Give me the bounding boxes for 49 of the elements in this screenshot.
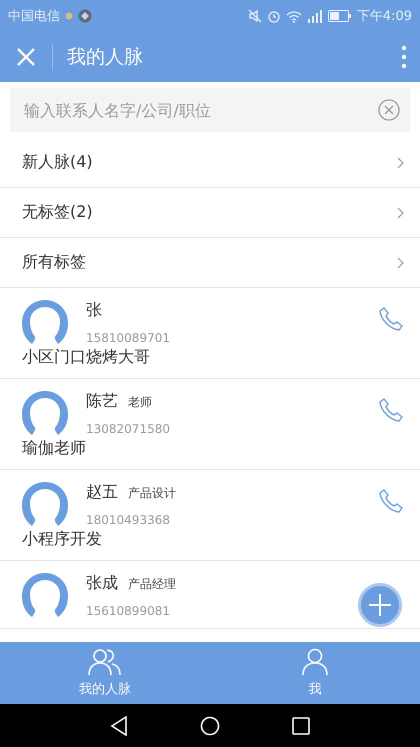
menu-item[interactable]: 所有标签 <box>22 252 86 273</box>
back-button[interactable] <box>110 716 128 736</box>
contact-note: 小程序开发 <box>22 529 103 550</box>
recents-button[interactable] <box>292 716 310 734</box>
phone-icon[interactable] <box>378 488 404 514</box>
phone-number: 13082071580 <box>86 422 171 436</box>
more-button[interactable] <box>400 45 408 69</box>
carrier-name: 中国电信 <box>8 8 60 25</box>
add-button[interactable] <box>358 583 402 627</box>
home-button[interactable] <box>200 716 220 736</box>
phone-number: 15610899081 <box>86 604 171 618</box>
chevron-icon <box>397 156 404 168</box>
chevron-icon <box>397 256 404 268</box>
avatar-icon <box>22 482 68 526</box>
search-bar[interactable]: 输入联系人名字/公司/职位 <box>10 88 410 132</box>
chevron-icon <box>397 206 404 218</box>
people-icon <box>88 648 122 676</box>
contact-name: 陈艺 <box>86 391 118 412</box>
clear-button[interactable] <box>378 99 400 121</box>
contact-note: 瑜伽老师 <box>22 438 87 459</box>
menu-item[interactable]: 新人脉(4) <box>22 152 93 173</box>
contact-name: 张 <box>86 300 102 321</box>
job-title: 产品经理 <box>128 576 176 593</box>
job-title: 产品设计 <box>128 485 176 502</box>
close-button[interactable] <box>16 47 36 67</box>
avatar-icon <box>22 300 68 344</box>
search-field[interactable]: 输入联系人名字/公司/职位 <box>22 100 378 120</box>
clock-time: 下午4:09 <box>356 8 412 25</box>
job-title: 老师 <box>128 394 152 411</box>
globe-icon <box>78 9 92 23</box>
phone-number: 18010493368 <box>86 513 171 527</box>
person-icon <box>301 648 329 676</box>
battery-icon <box>328 10 352 22</box>
avatar-icon <box>22 391 68 435</box>
sun-icon <box>65 12 73 20</box>
plus-icon <box>368 593 392 617</box>
contact-note: 小区门口烧烤大哥 <box>22 347 151 368</box>
avatar-icon <box>22 573 68 617</box>
phone-number: 15810089701 <box>86 331 171 345</box>
contact-name: 赵五 <box>86 482 118 503</box>
phone-icon[interactable] <box>378 397 404 423</box>
signal-icon <box>306 10 323 22</box>
wifi-icon <box>286 10 302 22</box>
mute-icon <box>248 9 262 23</box>
phone-icon[interactable] <box>378 306 404 332</box>
page-title: 我的人脉 <box>67 45 144 70</box>
contact-name: 张成 <box>86 573 118 594</box>
menu-item[interactable]: 无标签(2) <box>22 202 93 223</box>
alarm-icon <box>266 9 281 23</box>
